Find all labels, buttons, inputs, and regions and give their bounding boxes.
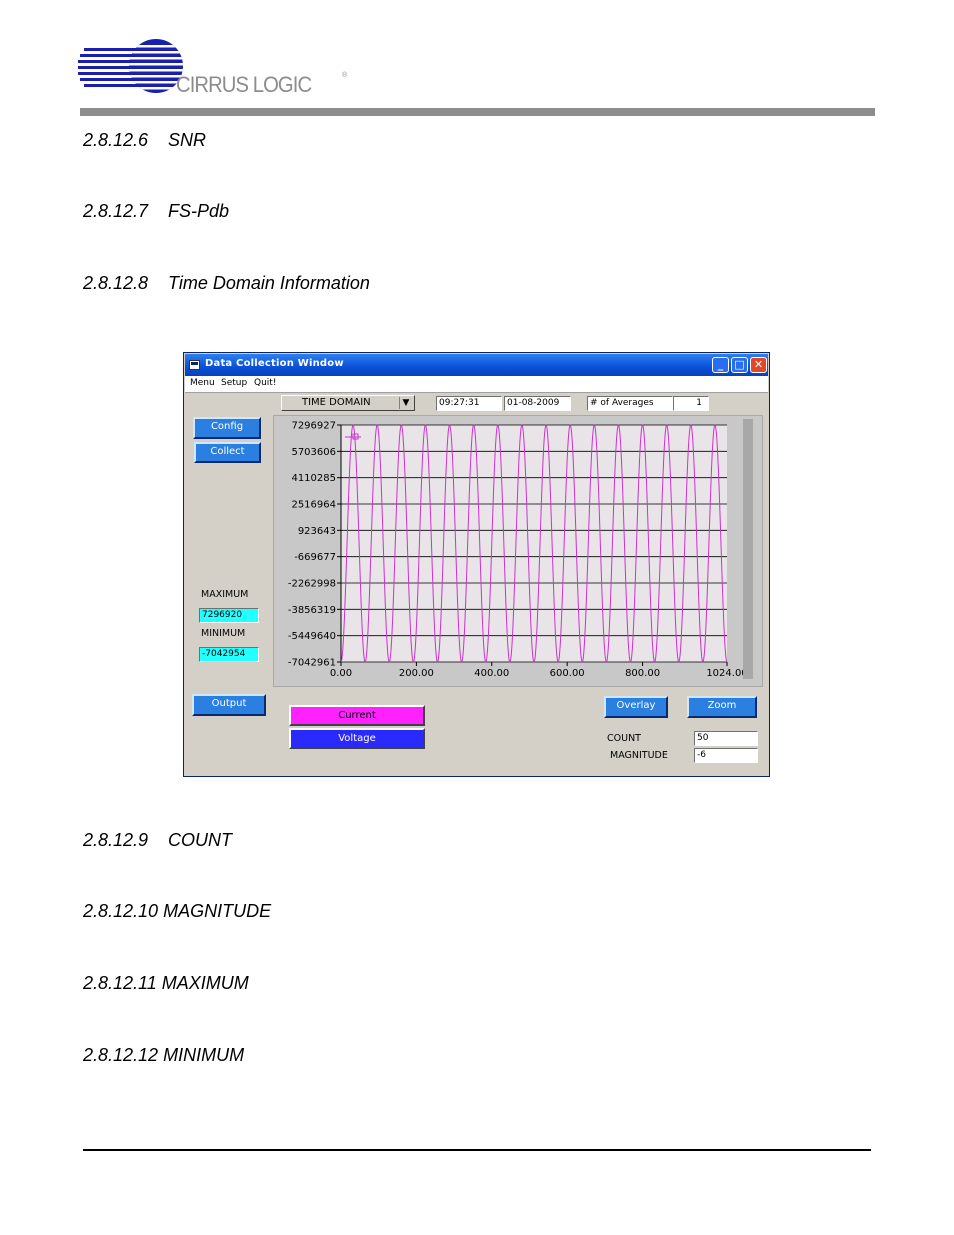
y-tick-label: -669677 (294, 552, 336, 563)
maximize-button[interactable]: □ (731, 357, 748, 373)
y-tick-label: -5449640 (288, 631, 336, 642)
x-tick-label: 200.00 (399, 668, 434, 679)
time-domain-graph[interactable]: 7296927 5703606 4110285 2516964 923643 -66967… (273, 415, 763, 687)
output-button[interactable]: Output (192, 694, 266, 716)
magnitude-field[interactable]: -6 (694, 748, 758, 763)
section-heading-count: 2.8.12.9 COUNT (83, 830, 232, 851)
section-number: 2.8.12.8 (83, 273, 149, 293)
graph-scroll-edge (743, 419, 753, 679)
date-field[interactable]: 01-08-2009 (504, 396, 571, 411)
section-title: SNR (168, 130, 207, 150)
menu-bar: Menu Setup Quit! (185, 376, 768, 393)
section-number: 2.8.12.7 (83, 201, 149, 221)
zoom-button[interactable]: Zoom (687, 696, 757, 718)
overlay-button[interactable]: Overlay (604, 696, 668, 718)
maximum-label: MAXIMUM (201, 589, 249, 600)
minimum-label: MINIMUM (201, 628, 246, 639)
data-collection-window: Data Collection Window _ □ ✕ Menu Setup … (183, 352, 770, 777)
section-number: 2.8.12.12 (83, 1045, 159, 1065)
close-button[interactable]: ✕ (750, 357, 767, 373)
menu-item-setup[interactable]: Setup (221, 378, 247, 388)
section-number: 2.8.12.11 (83, 973, 157, 993)
averages-value-field[interactable]: 1 (673, 396, 709, 411)
menu-item-menu[interactable]: Menu (190, 378, 215, 388)
y-tick-label: 2516964 (291, 500, 336, 511)
count-label: COUNT (607, 733, 641, 744)
x-tick-label: 1024.00 (706, 668, 747, 679)
footer-divider (83, 1149, 871, 1151)
y-tick-label: 7296927 (291, 421, 336, 432)
menu-item-quit[interactable]: Quit! (254, 378, 276, 388)
chevron-down-icon[interactable]: ▼ (399, 397, 412, 409)
logo-wordmark: CIRRUS LOGIC (176, 72, 312, 97)
y-tick-label: -2262998 (288, 579, 336, 590)
section-title: Time Domain Information (168, 273, 370, 293)
section-heading-minimum: 2.8.12.12 MINIMUM (83, 1045, 244, 1066)
section-title: FS-Pdb (168, 201, 230, 221)
logo-mark-icon (78, 39, 183, 93)
section-heading-magnitude: 2.8.12.10 MAGNITUDE (83, 901, 271, 922)
section-heading-snr: 2.8.12.6 SNR (83, 130, 206, 151)
section-number: 2.8.12.9 (83, 830, 149, 850)
cirrus-logic-logo: CIRRUS LOGIC ® (78, 38, 358, 98)
y-tick-label: -3856319 (288, 605, 336, 616)
count-field[interactable]: 50 (694, 731, 758, 746)
legend-voltage[interactable]: Voltage (289, 728, 425, 749)
collect-button[interactable]: Collect (194, 442, 261, 463)
x-tick-label: 400.00 (474, 668, 509, 679)
plot-area (341, 425, 727, 662)
section-title: MAGNITUDE (163, 901, 272, 921)
section-title: MINIMUM (163, 1045, 245, 1065)
y-tick-label: 923643 (298, 526, 336, 537)
magnitude-label: MAGNITUDE (610, 750, 668, 761)
window-title: Data Collection Window (205, 358, 344, 369)
y-tick-label: -7042961 (288, 658, 336, 669)
x-tick-label: 600.00 (550, 668, 585, 679)
y-tick-label: 5703606 (291, 447, 336, 458)
x-tick-label: 0.00 (330, 668, 352, 679)
registered-mark: ® (342, 72, 348, 79)
time-field[interactable]: 09:27:31 (436, 396, 502, 411)
app-icon (189, 360, 200, 370)
y-tick-label: 4110285 (291, 473, 336, 484)
section-heading-time-domain: 2.8.12.8 Time Domain Information (83, 273, 370, 294)
maximum-value: 7296920 (199, 608, 259, 623)
mode-select[interactable]: TIME DOMAIN ▼ (281, 395, 415, 411)
section-heading-maximum: 2.8.12.11 MAXIMUM (83, 973, 249, 994)
section-title: MAXIMUM (161, 973, 249, 993)
averages-label-field: # of Averages (587, 396, 673, 411)
legend-current[interactable]: Current (289, 705, 425, 726)
config-button[interactable]: Config (193, 417, 261, 439)
section-heading-fs-pdb: 2.8.12.7 FS-Pdb (83, 201, 229, 222)
window-title-bar[interactable]: Data Collection Window _ □ ✕ (185, 354, 768, 376)
mode-select-value: TIME DOMAIN (302, 397, 371, 408)
minimum-value: -7042954 (199, 647, 259, 662)
section-number: 2.8.12.10 (83, 901, 159, 921)
section-title: COUNT (168, 830, 232, 850)
x-tick-label: 800.00 (625, 668, 660, 679)
minimize-button[interactable]: _ (712, 357, 729, 373)
section-number: 2.8.12.6 (83, 130, 149, 150)
header-divider (80, 108, 875, 116)
